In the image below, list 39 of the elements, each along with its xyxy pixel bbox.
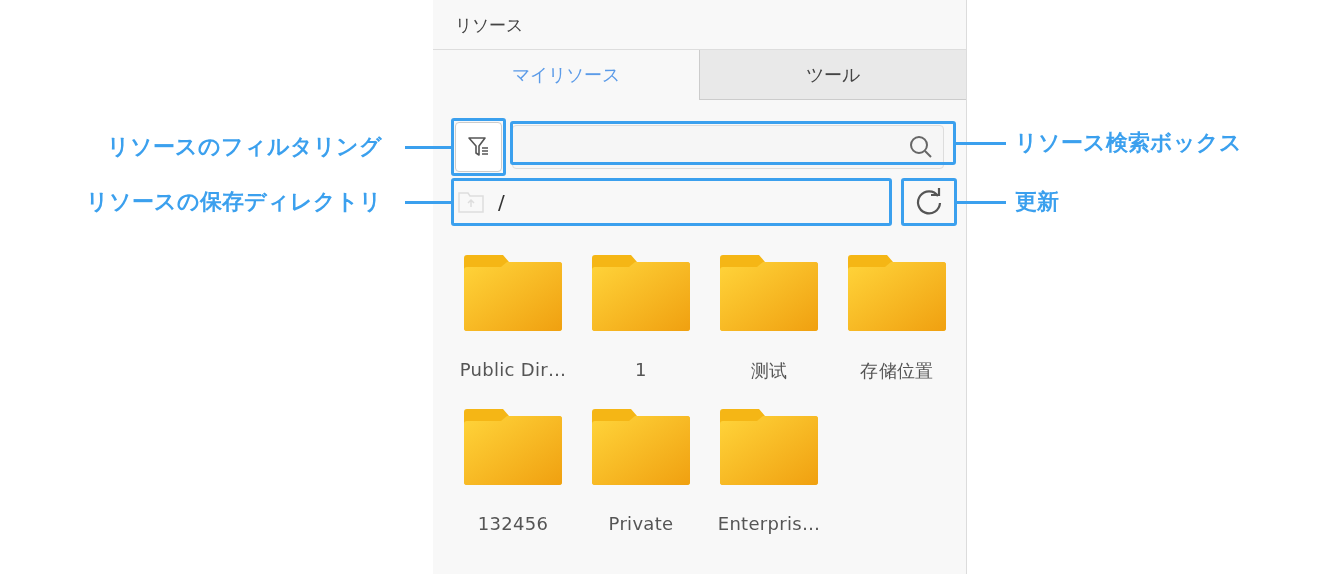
folder-item[interactable]: Public Dir… — [449, 255, 577, 383]
folder-item[interactable]: Private — [577, 409, 705, 534]
folder-name: Private — [608, 513, 674, 534]
folder-item[interactable]: Enterpris… — [705, 409, 833, 534]
folder-name: Enterpris… — [717, 513, 821, 534]
folder-icon — [464, 409, 562, 485]
folder-icon — [720, 255, 818, 331]
folder-icon — [592, 409, 690, 485]
leader-line — [956, 141, 1006, 145]
folder-icon — [848, 255, 946, 331]
search-field[interactable] — [512, 125, 944, 169]
folder-item[interactable]: 1 — [577, 255, 705, 383]
folder-icon — [464, 255, 562, 331]
callout-box — [451, 118, 506, 176]
callout-label: 更新 — [1015, 188, 1059, 216]
callout-box — [901, 178, 957, 226]
folder-name: Public Dir… — [459, 359, 567, 380]
folder-name: 132456 — [477, 513, 549, 534]
folder-name: 存储位置 — [860, 359, 934, 383]
folder-icon — [458, 191, 484, 213]
callout-label: リソース検索ボックス — [1015, 129, 1242, 157]
leader-line — [405, 200, 451, 204]
filter-icon — [466, 135, 491, 159]
filter-button[interactable] — [455, 122, 502, 172]
folder-name: 测试 — [750, 359, 788, 383]
leader-line — [957, 200, 1006, 204]
refresh-icon — [915, 188, 943, 216]
path-text: / — [498, 190, 505, 214]
folder-icon — [720, 409, 818, 485]
folder-icon — [592, 255, 690, 331]
folder-item[interactable]: 测试 — [705, 255, 833, 383]
folder-item[interactable]: 132456 — [449, 409, 577, 534]
tab[interactable]: ツール — [699, 50, 966, 100]
callout-label: リソースの保存ディレクトリ — [86, 188, 382, 216]
callout-label: リソースのフィルタリング — [107, 133, 382, 161]
folder-name: 1 — [635, 359, 647, 380]
leader-line — [405, 145, 451, 149]
folder-item[interactable]: 存储位置 — [833, 255, 961, 383]
search-icon — [909, 135, 933, 159]
